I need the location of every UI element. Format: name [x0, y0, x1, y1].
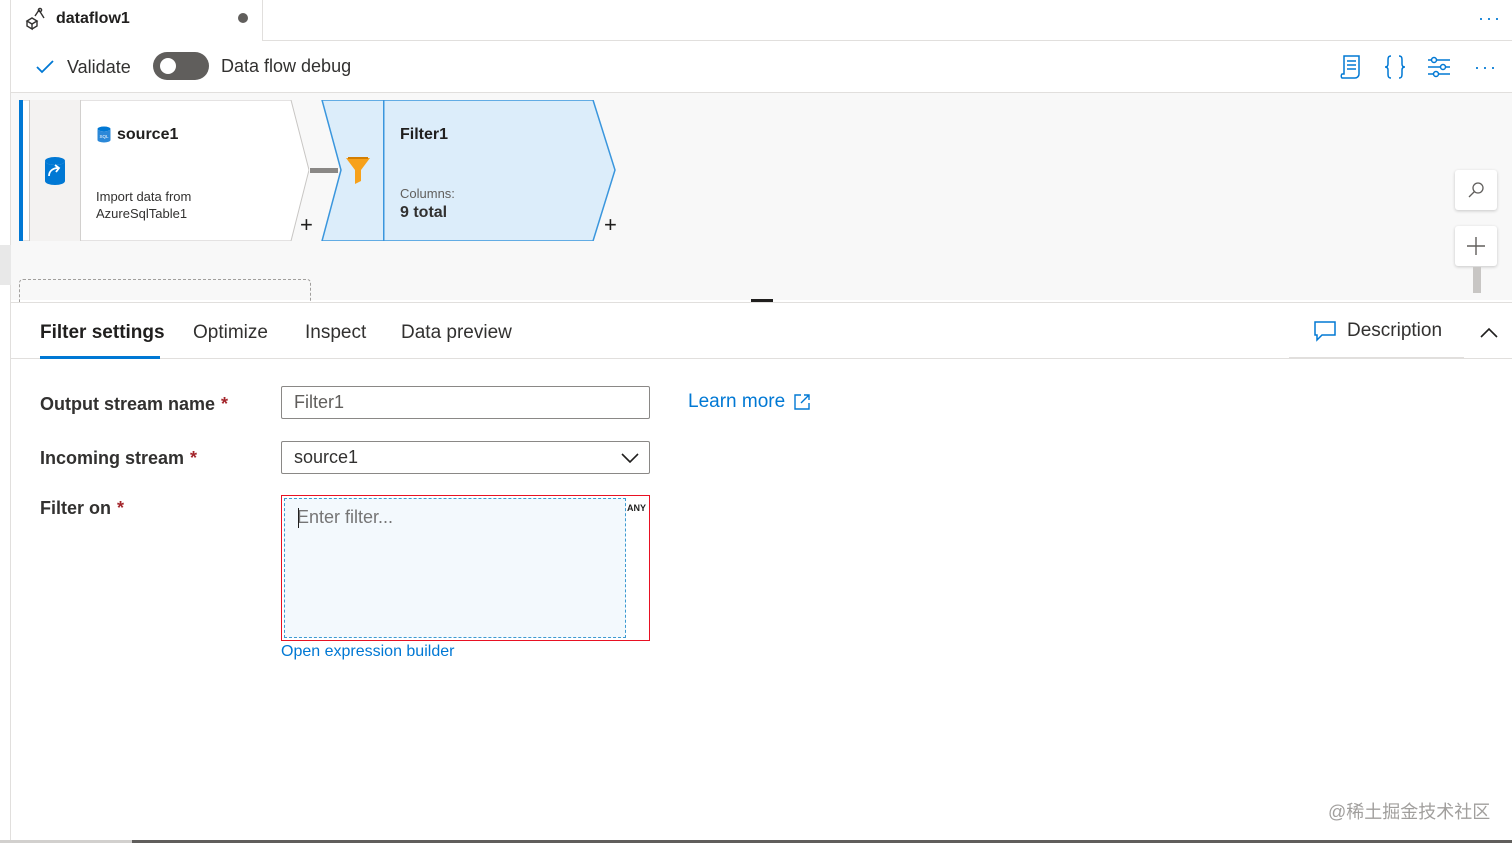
- filter-columns-value: 9 total: [400, 204, 448, 221]
- tab-filter-settings[interactable]: Filter settings: [40, 322, 165, 344]
- canvas-left-edge: [0, 245, 11, 285]
- chevron-up-icon: [1480, 327, 1498, 338]
- dataflow-toolbar: Validate Data flow debug ···: [11, 41, 1512, 93]
- search-icon: [1468, 182, 1484, 198]
- open-expression-builder-link[interactable]: Open expression builder: [281, 643, 454, 661]
- toggle-knob: [160, 58, 176, 74]
- document-tab-bar: dataflow1 ···: [11, 0, 1512, 41]
- toolbar-more-icon[interactable]: ···: [1472, 53, 1500, 81]
- description-label: Description: [1347, 320, 1443, 341]
- validate-label: Validate: [67, 56, 131, 77]
- code-braces-icon[interactable]: [1381, 53, 1409, 81]
- filter-node[interactable]: Filter1 Columns: 9 total: [321, 100, 617, 241]
- output-stream-name-label: Output stream name *: [40, 394, 228, 415]
- tab-bar-more-icon[interactable]: ···: [1478, 8, 1502, 29]
- dataflow-tab-title: dataflow1: [56, 10, 130, 27]
- source-node-title: source1: [117, 126, 179, 143]
- filter-on-text: Filter on: [40, 498, 111, 518]
- source-node[interactable]: SQL source1 Import data from AzureSqlTab…: [19, 100, 309, 241]
- output-stream-name-input[interactable]: [281, 386, 650, 419]
- source-node-sub-line1: Import data from: [96, 189, 192, 204]
- filter-expression-editor[interactable]: [284, 498, 626, 638]
- settings-sliders-icon[interactable]: [1425, 53, 1453, 81]
- comment-icon: [1314, 321, 1336, 342]
- filter-on-label: Filter on *: [40, 498, 124, 519]
- external-link-icon: [794, 394, 810, 410]
- tab-optimize[interactable]: Optimize: [193, 322, 268, 344]
- description-button[interactable]: Description: [1313, 320, 1442, 342]
- collapse-panel-button[interactable]: [1477, 321, 1501, 345]
- source-node-sub-line2: AzureSqlTable1: [96, 206, 188, 221]
- dataflow-canvas[interactable]: SQL source1 Import data from AzureSqlTab…: [11, 93, 1512, 309]
- zoom-slider-rail[interactable]: [1473, 267, 1481, 293]
- sql-badge-text: SQL: [99, 134, 109, 139]
- expression-type-tag: ANY: [626, 503, 646, 513]
- watermark-text: @稀土掘金技术社区: [1328, 802, 1491, 822]
- text-cursor: [298, 508, 299, 528]
- plus-icon: [1467, 237, 1485, 255]
- data-flow-debug-toggle[interactable]: [153, 52, 209, 80]
- dataflow-icon: [25, 7, 45, 31]
- debug-toggle-group: Data flow debug: [153, 52, 351, 80]
- sql-database-icon: SQL: [97, 126, 111, 143]
- data-flow-debug-label: Data flow debug: [221, 55, 352, 76]
- required-asterisk: *: [117, 498, 125, 518]
- dataflow-document-tab[interactable]: dataflow1: [11, 0, 263, 41]
- settings-panel: Filter settings Optimize Inspect Data pr…: [11, 302, 1512, 843]
- output-stream-name-text: Output stream name: [40, 394, 216, 414]
- learn-more-link[interactable]: Learn more: [688, 391, 811, 413]
- required-asterisk: *: [221, 394, 229, 414]
- canvas-search-button[interactable]: [1455, 170, 1497, 210]
- checkmark-icon: [36, 60, 54, 74]
- active-tab-indicator: [40, 356, 160, 359]
- settings-tabs: Filter settings Optimize Inspect Data pr…: [11, 303, 1512, 359]
- description-divider: [1289, 357, 1464, 359]
- incoming-stream-value: source1: [294, 447, 359, 467]
- filter-expression-box: ANY: [281, 495, 650, 641]
- add-transform-after-filter-button[interactable]: +: [604, 212, 617, 238]
- tab-data-preview[interactable]: Data preview: [401, 322, 512, 344]
- learn-more-label: Learn more: [688, 391, 786, 412]
- zoom-in-button[interactable]: [1455, 226, 1497, 266]
- validate-button[interactable]: Validate: [35, 53, 131, 81]
- chevron-down-icon: [621, 452, 639, 463]
- incoming-stream-text: Incoming stream: [40, 448, 185, 468]
- incoming-stream-label: Incoming stream *: [40, 448, 197, 469]
- unsaved-indicator-dot: [238, 13, 248, 23]
- add-transform-after-source-button[interactable]: +: [300, 212, 313, 238]
- filter-columns-label: Columns:: [400, 186, 455, 201]
- incoming-stream-dropdown[interactable]: source1: [281, 441, 650, 474]
- database-source-icon: [45, 157, 65, 185]
- required-asterisk: *: [190, 448, 198, 468]
- filter-expression-input[interactable]: [297, 503, 617, 531]
- tab-inspect[interactable]: Inspect: [305, 322, 366, 344]
- filter-funnel-icon: [346, 157, 370, 184]
- script-icon[interactable]: [1337, 53, 1365, 81]
- filter-node-title: Filter1: [400, 126, 449, 143]
